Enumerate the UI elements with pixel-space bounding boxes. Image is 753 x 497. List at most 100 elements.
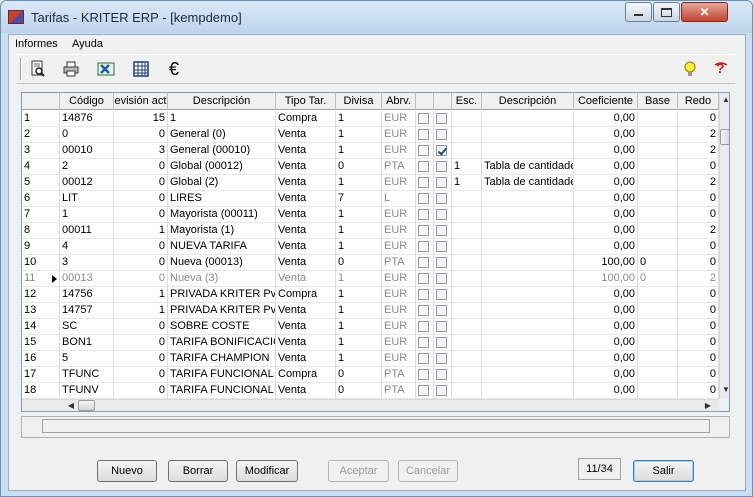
cell-esc[interactable] — [452, 191, 482, 207]
cell-esc[interactable] — [452, 255, 482, 271]
cell-desc[interactable]: Mayorista (1) — [168, 223, 276, 239]
unchecked-checkbox[interactable] — [436, 225, 447, 236]
cell-codigo[interactable]: LIT — [60, 191, 114, 207]
table-row[interactable]: 9 4 0 NUEVA TARIFA Venta 1 EUR 0,00 0 — [22, 239, 719, 255]
cell-rev[interactable]: 0 — [114, 271, 168, 287]
cell-redo[interactable]: 2 — [678, 223, 719, 239]
cell-divisa[interactable]: 1 — [336, 351, 382, 367]
cell-base[interactable] — [638, 111, 678, 127]
table-row[interactable]: 16 5 0 TARIFA CHAMPION Venta 1 EUR 0,00 0 — [22, 351, 719, 367]
cell-redo[interactable]: 0 — [678, 287, 719, 303]
cell-coef[interactable]: 0,00 — [574, 351, 638, 367]
cell-tipo[interactable]: Venta — [276, 191, 336, 207]
cell-esc[interactable] — [452, 143, 482, 159]
cell-base[interactable] — [638, 175, 678, 191]
cell-esc[interactable] — [452, 319, 482, 335]
unchecked-checkbox[interactable] — [436, 257, 447, 268]
cell-abrv[interactable]: EUR — [382, 303, 416, 319]
lightbulb-icon[interactable] — [679, 58, 701, 80]
cell-rev[interactable]: 1 — [114, 287, 168, 303]
grid-icon[interactable] — [130, 58, 152, 80]
cell-esc[interactable] — [452, 207, 482, 223]
cell-divisa[interactable]: 7 — [336, 191, 382, 207]
cell-desc[interactable]: LIRES — [168, 191, 276, 207]
unchecked-checkbox[interactable] — [436, 289, 447, 300]
cell-abrv[interactable]: EUR — [382, 223, 416, 239]
cell-rev[interactable]: 0 — [114, 367, 168, 383]
table-row[interactable]: 5 00012 0 Global (2) Venta 1 EUR 1 Tabla de cant… — [22, 175, 719, 191]
unchecked-checkbox[interactable] — [436, 113, 447, 124]
cell-desc2[interactable] — [482, 143, 574, 159]
cell-tipo[interactable]: Venta — [276, 159, 336, 175]
unchecked-checkbox[interactable] — [418, 337, 429, 348]
cell-base[interactable] — [638, 143, 678, 159]
unchecked-checkbox[interactable] — [418, 177, 429, 188]
cell-codigo[interactable]: 14876 — [60, 111, 114, 127]
row-checkbox[interactable] — [416, 239, 434, 255]
cell-desc[interactable]: TARIFA BONIFICACIO — [168, 335, 276, 351]
help-icon[interactable]: ? — [710, 58, 732, 80]
unchecked-checkbox[interactable] — [436, 161, 447, 172]
scroll-right-icon[interactable]: ▶ — [703, 401, 713, 411]
cell-rev[interactable]: 0 — [114, 207, 168, 223]
cell-coef[interactable]: 0,00 — [574, 303, 638, 319]
cell-redo[interactable]: 0 — [678, 239, 719, 255]
cell-rev[interactable]: 0 — [114, 127, 168, 143]
row-checkbox[interactable] — [434, 319, 452, 335]
cell-base[interactable] — [638, 239, 678, 255]
cell-divisa[interactable]: 1 — [336, 303, 382, 319]
nuevo-button[interactable]: Nuevo — [97, 460, 157, 482]
cell-rev[interactable]: 0 — [114, 351, 168, 367]
cell-codigo[interactable]: 00011 — [60, 223, 114, 239]
unchecked-checkbox[interactable] — [436, 209, 447, 220]
cell-abrv[interactable]: EUR — [382, 319, 416, 335]
cell-desc2[interactable] — [482, 319, 574, 335]
row-checkbox[interactable] — [434, 335, 452, 351]
header-descripcion[interactable]: Descripción — [168, 93, 276, 110]
cell-desc[interactable]: NUEVA TARIFA — [168, 239, 276, 255]
row-checkbox[interactable] — [416, 319, 434, 335]
table-row[interactable]: 10 3 0 Nueva (00013) Venta 0 PTA 100,00 0 0 — [22, 255, 719, 271]
cell-coef[interactable]: 0,00 — [574, 143, 638, 159]
unchecked-checkbox[interactable] — [436, 321, 447, 332]
header-divisa[interactable]: Divisa — [336, 93, 382, 110]
cell-abrv[interactable]: PTA — [382, 159, 416, 175]
cell-esc[interactable]: 1 — [452, 159, 482, 175]
cell-base[interactable]: 0 — [638, 255, 678, 271]
unchecked-checkbox[interactable] — [436, 273, 447, 284]
cell-desc[interactable]: Global (2) — [168, 175, 276, 191]
cell-tipo[interactable]: Venta — [276, 143, 336, 159]
cell-base[interactable] — [638, 351, 678, 367]
unchecked-checkbox[interactable] — [418, 161, 429, 172]
row-checkbox[interactable] — [416, 303, 434, 319]
cell-base[interactable] — [638, 319, 678, 335]
cell-abrv[interactable]: PTA — [382, 383, 416, 399]
cell-codigo[interactable]: 5 — [60, 351, 114, 367]
row-checkbox[interactable] — [416, 335, 434, 351]
cell-divisa[interactable]: 1 — [336, 143, 382, 159]
row-checkbox[interactable] — [416, 255, 434, 271]
cell-rev[interactable]: 1 — [114, 303, 168, 319]
cell-coef[interactable]: 0,00 — [574, 319, 638, 335]
row-checkbox[interactable] — [434, 159, 452, 175]
row-checkbox[interactable] — [416, 383, 434, 399]
unchecked-checkbox[interactable] — [418, 209, 429, 220]
table-row[interactable]: 18 TFUNV 0 TARIFA FUNCIONAL Venta 0 PTA 0,00 0 — [22, 383, 719, 399]
header-check-1[interactable] — [416, 93, 434, 110]
cell-desc[interactable]: TARIFA CHAMPION — [168, 351, 276, 367]
cell-codigo[interactable]: 00010 — [60, 143, 114, 159]
cell-n[interactable]: 2 — [22, 127, 60, 143]
unchecked-checkbox[interactable] — [418, 385, 429, 396]
cell-abrv[interactable]: EUR — [382, 287, 416, 303]
cell-redo[interactable]: 0 — [678, 159, 719, 175]
row-checkbox[interactable] — [416, 207, 434, 223]
cell-codigo[interactable]: 14757 — [60, 303, 114, 319]
cell-coef[interactable]: 0,00 — [574, 367, 638, 383]
cell-desc[interactable]: TARIFA FUNCIONAL — [168, 383, 276, 399]
cell-rev[interactable]: 0 — [114, 191, 168, 207]
modificar-button[interactable]: Modificar — [236, 460, 298, 482]
cell-tipo[interactable]: Venta — [276, 127, 336, 143]
cell-base[interactable] — [638, 223, 678, 239]
preview-icon[interactable] — [27, 58, 49, 80]
cell-desc[interactable]: Mayorista (00011) — [168, 207, 276, 223]
